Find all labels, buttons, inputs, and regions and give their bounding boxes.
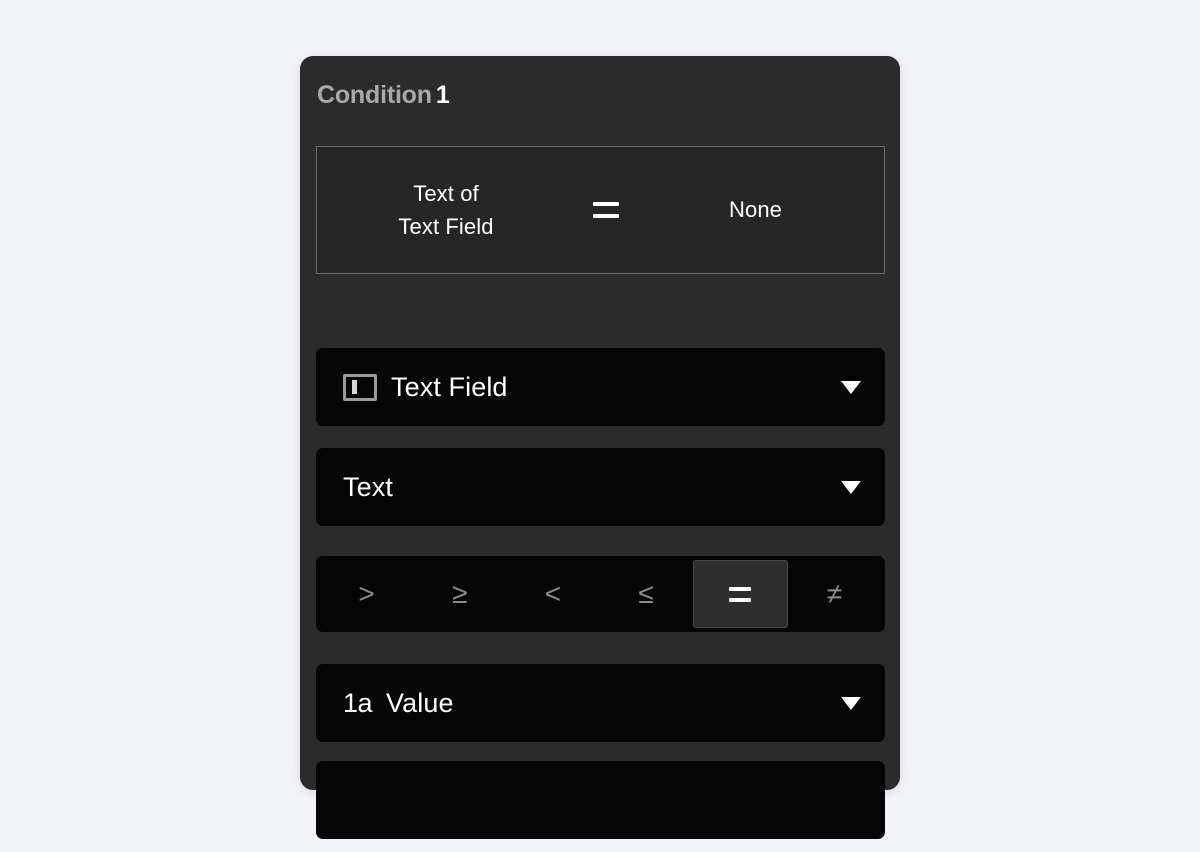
operator-less-than[interactable]: < <box>506 560 599 628</box>
chevron-down-icon <box>841 480 861 494</box>
property-select[interactable]: Text <box>316 448 885 526</box>
operator-symbol: > <box>358 578 375 609</box>
condition-preview: Text of Text Field None <box>316 146 885 274</box>
operator-symbol: < <box>544 578 562 609</box>
operator-not-equal[interactable]: ≠ <box>788 560 881 628</box>
app-canvas: Condition 1 Text of Text Field None Text … <box>0 0 1200 852</box>
equals-icon <box>593 202 619 218</box>
element-select[interactable]: Text Field <box>316 348 885 426</box>
operator-greater-than[interactable]: > <box>320 560 413 628</box>
chevron-down-icon <box>841 696 861 710</box>
operator-greater-than-or-equal[interactable]: ≥ <box>413 560 506 628</box>
operator-symbol: ≠ <box>826 578 843 609</box>
value-source-select[interactable]: 1a Value <box>316 664 885 742</box>
condition-number: 1 <box>435 81 450 109</box>
one-a-icon: 1a <box>343 687 373 718</box>
operator-symbol: ≤ <box>638 578 654 609</box>
one-a-icon-label: 1a <box>343 687 373 718</box>
property-select-value: Text <box>343 471 393 502</box>
operator-symbol: ≥ <box>452 578 468 609</box>
value-input[interactable] <box>316 761 885 839</box>
preview-value: None <box>729 197 782 222</box>
value-input-wrapper[interactable] <box>316 761 885 839</box>
condition-label: Condition <box>317 81 432 109</box>
text-field-icon <box>343 373 377 401</box>
page-title: Condition 1 <box>317 81 450 110</box>
equals-icon <box>729 586 752 602</box>
preview-subject: Text of Text Field <box>317 177 575 243</box>
condition-card: Condition 1 Text of Text Field None Text … <box>300 56 900 839</box>
operator-less-than-or-equal[interactable]: ≤ <box>600 560 693 628</box>
preview-subject-line2: Text Field <box>398 214 494 239</box>
preview-subject-line1: Text of <box>413 181 479 206</box>
value-source-select-value: Value <box>386 687 454 718</box>
preview-operator <box>575 202 637 218</box>
chevron-down-icon <box>841 380 861 394</box>
operator-segmented-control[interactable]: > ≥ < ≤ ≠ <box>316 556 885 632</box>
operator-equal[interactable] <box>692 560 788 628</box>
element-select-value: Text Field <box>391 371 508 402</box>
